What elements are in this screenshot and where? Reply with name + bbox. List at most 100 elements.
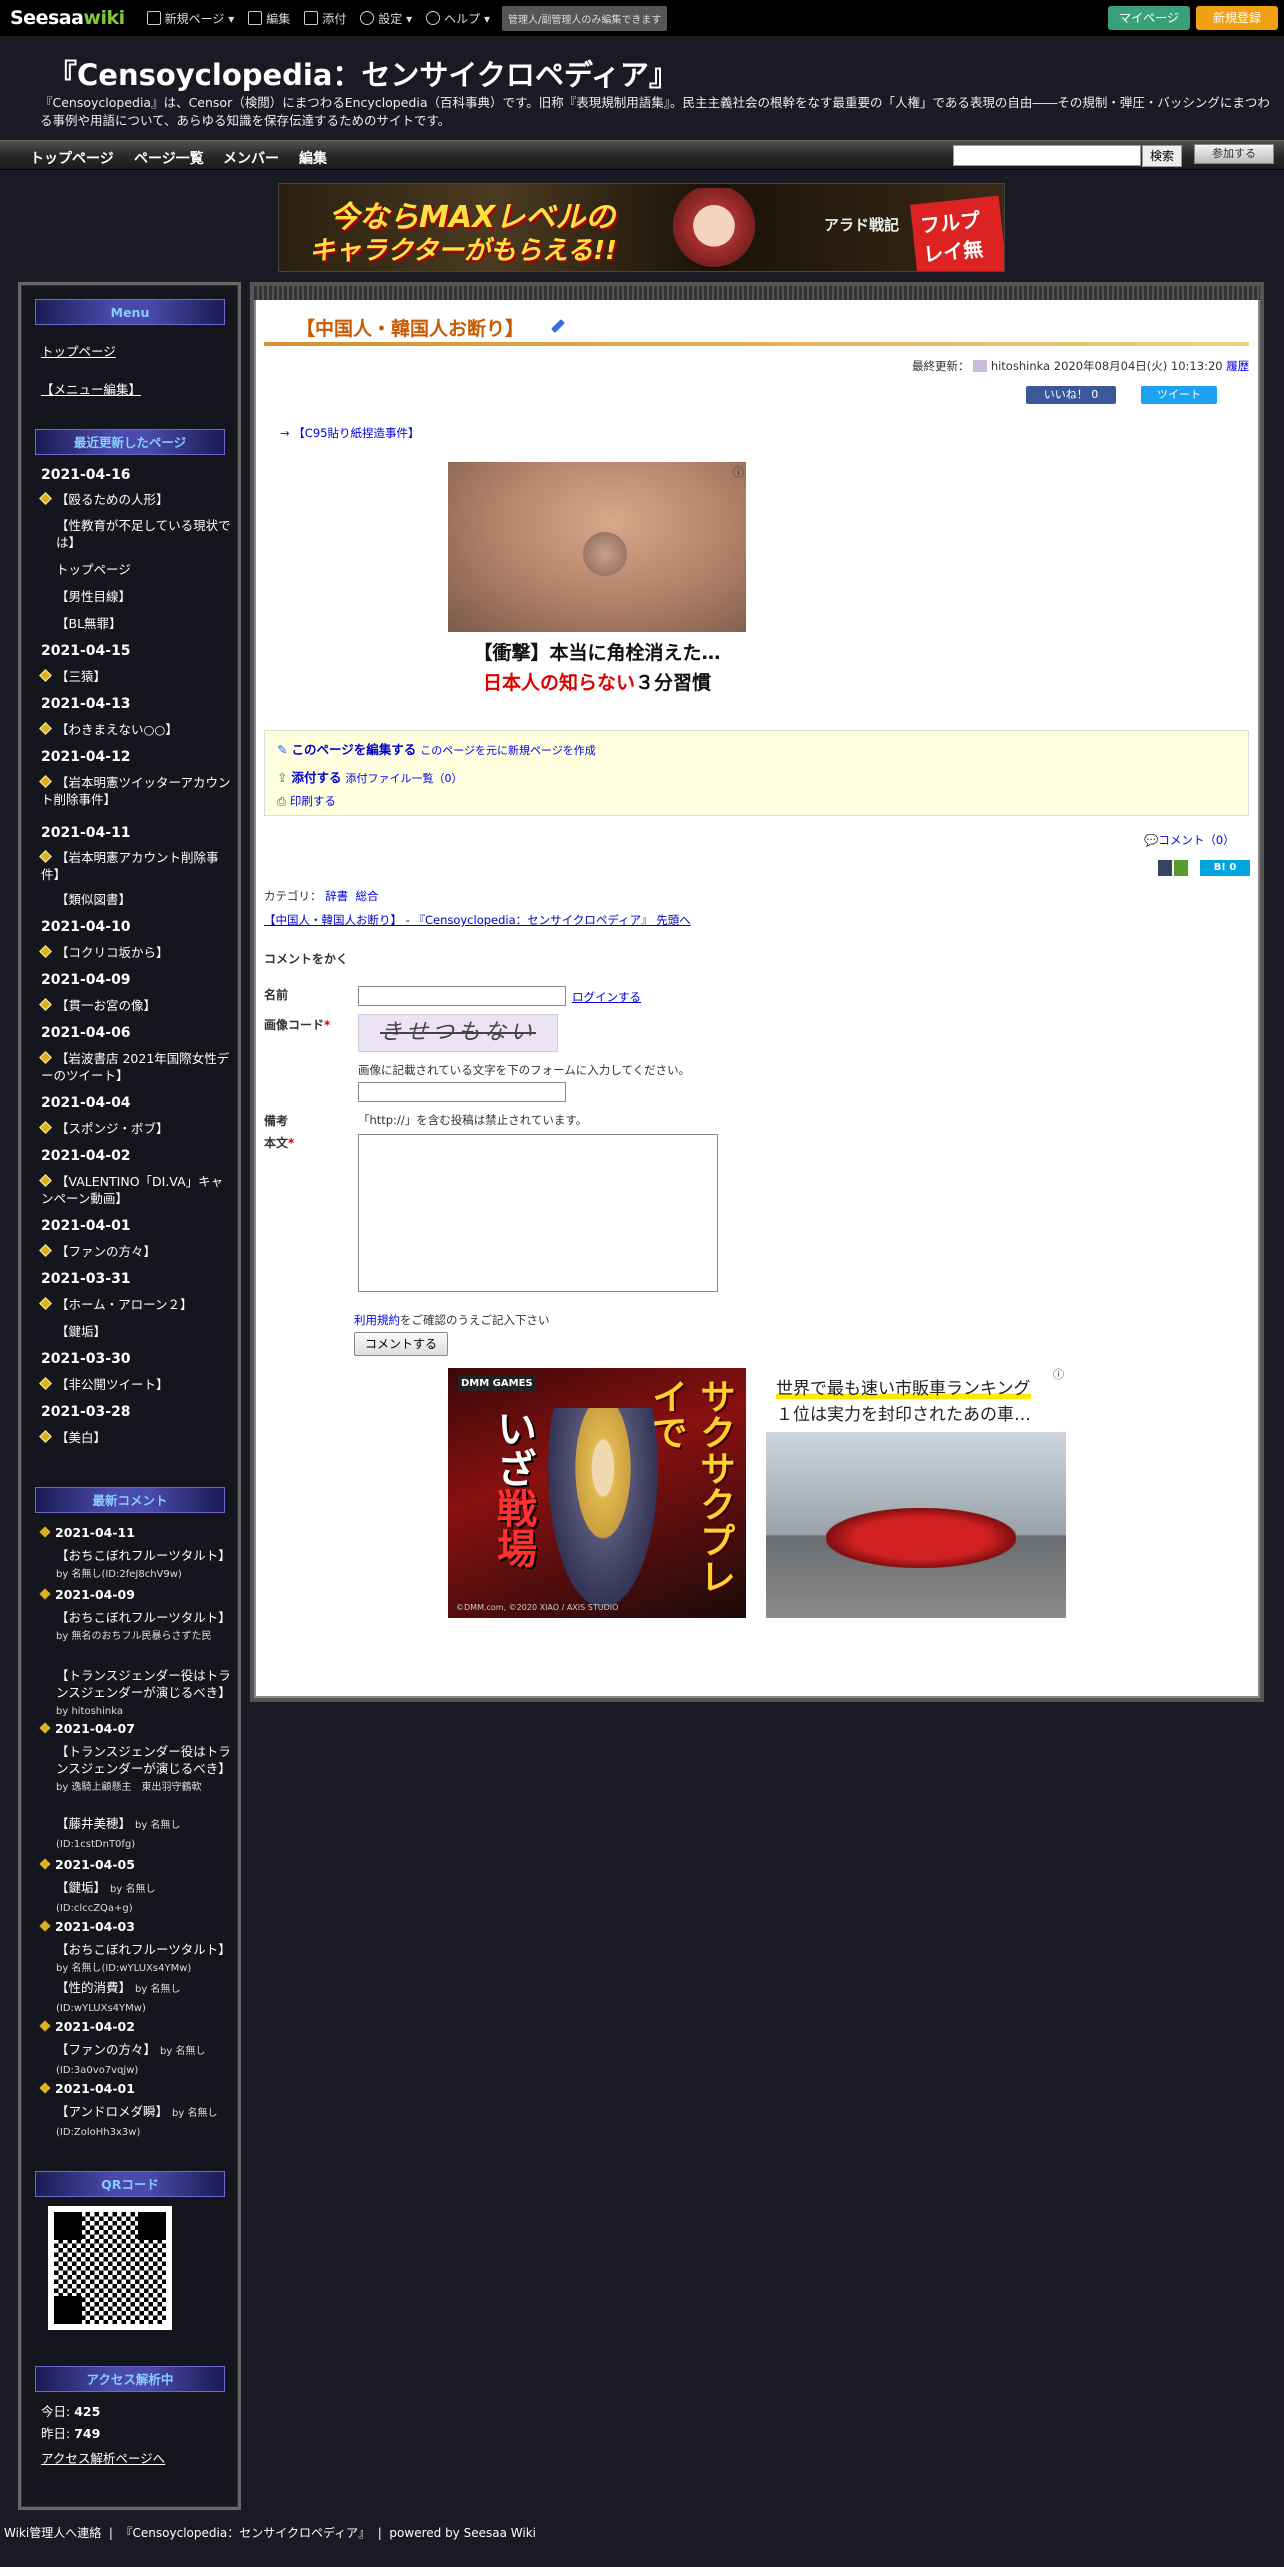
title-underline: [264, 342, 1249, 346]
history-link[interactable]: 履歴: [1226, 359, 1249, 373]
ad-info-icon[interactable]: ⓘ: [1053, 1366, 1064, 1382]
comment-date: 2021-04-05: [39, 1857, 135, 1872]
gear-icon: [360, 11, 375, 25]
comment-item[interactable]: 【鍵垢】 by 名無し(ID:clccZQa+g): [41, 1879, 231, 1917]
game-banner-ad[interactable]: 今ならMAXレベルの キャラクターがもらえる!! アラド戦記 フルプレイ無料!: [278, 183, 1005, 272]
register-button[interactable]: 新規登録: [1196, 6, 1278, 30]
recent-item[interactable]: 【殴るための人形】: [39, 491, 231, 508]
recent-item[interactable]: 【わきまえない○○】: [39, 721, 231, 738]
seesaa-wiki-link[interactable]: Seesaa Wiki: [464, 2526, 536, 2540]
print-link[interactable]: 印刷する: [290, 794, 336, 808]
nav-top-page[interactable]: トップページ: [30, 148, 114, 168]
comment-date: 2021-04-02: [39, 2019, 135, 2034]
captcha-image: きせつもない: [358, 1014, 558, 1052]
recent-item[interactable]: 【ファンの方々】: [39, 1243, 231, 1260]
pencil-icon[interactable]: [551, 319, 565, 333]
recent-item[interactable]: 【VALENTINO「DI.VA」キャンペーン動画】: [39, 1173, 231, 1207]
edit-icon: [248, 11, 263, 25]
category-dictionary[interactable]: 辞書: [325, 889, 348, 903]
recent-item[interactable]: 【男性目線】: [41, 588, 231, 605]
join-button[interactable]: 参加する: [1194, 144, 1274, 164]
hatena-bookmark-button[interactable]: B! 0: [1200, 860, 1250, 876]
game-ad[interactable]: DMM GAMES サクサクプレイで いざ戦場 ©DMM.com, ©2020 …: [448, 1368, 746, 1618]
edit-menu[interactable]: 編集: [248, 10, 290, 27]
page-title: 【中国人・韓国人お断り】: [296, 318, 525, 340]
skincare-ad[interactable]: 【衝撃】本当に角栓消えた… 日本人の知らない３分習慣 ⓘ: [448, 462, 746, 712]
name-input[interactable]: [358, 986, 566, 1006]
recent-item[interactable]: 【三猿】: [39, 668, 231, 685]
comment-item[interactable]: 【おちこぼれフルーツタルト】 by 名無し(ID:2feJ8chV9w): [41, 1547, 231, 1583]
comment-item[interactable]: 【藤井美穂】 by 名無し(ID:1cstDnT0fg): [41, 1815, 231, 1853]
recent-item[interactable]: 【岩本明憲アカウント削除事件】: [39, 849, 231, 883]
qr-code-image: [48, 2206, 172, 2330]
search-button[interactable]: 検索: [1142, 145, 1182, 167]
recent-item[interactable]: 【鍵垢】: [41, 1323, 231, 1340]
attach-link[interactable]: 添付する: [291, 770, 341, 785]
mypage-button[interactable]: マイページ: [1108, 6, 1190, 30]
captcha-input[interactable]: [358, 1082, 566, 1102]
new-page-icon: [146, 11, 161, 25]
nav-edit[interactable]: 編集: [299, 148, 327, 168]
new-page-menu[interactable]: 新規ページ ▾: [146, 10, 234, 27]
comment-item[interactable]: 【トランスジェンダー役はトランスジェンダーが演じるべき】 by 逸騎上顧懸主 東…: [41, 1743, 231, 1796]
ad-info-icon[interactable]: ⓘ: [733, 464, 744, 480]
search-input[interactable]: [953, 145, 1141, 166]
comment-item[interactable]: 【おちこぼれフルーツタルト】 by 無名のおちフル民暴らさずた民: [41, 1609, 231, 1645]
site-title[interactable]: 『Censoyclopedia：センサイクロペディア』: [48, 52, 678, 94]
submit-comment-button[interactable]: コメントする: [354, 1332, 448, 1356]
recent-item[interactable]: 【非公開ツイート】: [39, 1376, 231, 1393]
comment-item[interactable]: 【トランスジェンダー役はトランスジェンダーが演じるべき】 by hitoshin…: [41, 1667, 231, 1720]
qr-heading: QRコード: [35, 2171, 225, 2197]
sidebar-top-page-link[interactable]: トップページ: [41, 341, 116, 360]
login-link[interactable]: ログインする: [572, 989, 641, 1005]
attach-list-link[interactable]: 添付ファイル一覧（0）: [345, 772, 462, 785]
seesaa-wiki-logo[interactable]: Seesaawiki: [10, 7, 125, 29]
sidebar: Menu トップページ 【メニュー編集】 最近更新したページ 2021-04-1…: [18, 282, 241, 2510]
recent-item[interactable]: トップページ: [41, 561, 231, 578]
comment-item[interactable]: 【アンドロメダ瞬】 by 名無し(ID:ZoloHh3x3w): [41, 2103, 231, 2141]
nav-members[interactable]: メンバー: [223, 148, 279, 168]
contact-admin-link[interactable]: Wiki管理人へ連絡: [4, 2526, 101, 2540]
recent-item[interactable]: 【貫一お宮の像】: [39, 997, 231, 1014]
recent-item[interactable]: 【スポンジ・ボブ】: [39, 1120, 231, 1137]
access-analysis-link[interactable]: アクセス解析ページへ: [41, 2448, 165, 2467]
settings-menu[interactable]: 設定 ▾: [360, 10, 412, 27]
comment-date: 2021-04-11: [39, 1525, 135, 1540]
recent-item[interactable]: 【岩波書店 2021年国際女性デーのツイート】: [39, 1050, 231, 1084]
edit-page-link[interactable]: このページを編集する: [291, 742, 416, 757]
category-general[interactable]: 総合: [355, 889, 378, 903]
nav-page-list[interactable]: ページ一覧: [134, 148, 204, 168]
footer-site-link[interactable]: 『Censoyclopedia：センサイクロペディア』: [121, 2526, 371, 2540]
comment-item[interactable]: 【おちこぼれフルーツタルト】 by 名無し(ID:wYLUXs4YMw): [41, 1941, 231, 1977]
top-menu: 新規ページ ▾ 編集 添付 設定 ▾ ヘルプ ▾: [146, 10, 490, 27]
pencil-icon: ✎: [277, 742, 288, 757]
recent-item[interactable]: 【美白】: [39, 1429, 231, 1446]
comment-body-textarea[interactable]: [358, 1134, 718, 1292]
comment-item[interactable]: 【性的消費】 by 名無し(ID:wYLUXs4YMw): [41, 1979, 231, 2017]
recent-item[interactable]: 【性教育が不足している現状では】: [41, 517, 231, 551]
comment-count[interactable]: 💬コメント（0）: [1144, 832, 1235, 848]
ad-headline: 【衝撃】本当に角栓消えた…: [473, 642, 721, 664]
recent-date: 2021-04-06: [41, 1025, 131, 1041]
sidebar-menu-edit-link[interactable]: 【メニュー編集】: [41, 379, 141, 398]
facebook-like-button[interactable]: いいね！ 0: [1026, 386, 1116, 404]
comment-date: 2021-04-07: [39, 1721, 135, 1736]
new-page-based-link[interactable]: このページを元に新規ページを作成: [420, 744, 596, 757]
recent-item[interactable]: 【BL無罪】: [41, 615, 231, 632]
related-link[interactable]: → 【C95貼り紙捏造事件】: [280, 425, 419, 441]
help-menu[interactable]: ヘルプ ▾: [426, 10, 490, 27]
recent-item[interactable]: 【コクリコ坂から】: [39, 944, 231, 961]
attach-menu[interactable]: 添付: [304, 10, 346, 27]
breadcrumb-link[interactable]: 【中国人・韓国人お断り】 - 『Censoyclopedia：センサイクロペディ…: [264, 912, 691, 928]
recent-item[interactable]: 【ホーム・アローン２】: [39, 1296, 231, 1313]
evernote-icon[interactable]: [1174, 860, 1188, 876]
recent-item[interactable]: 【類似図書】: [41, 891, 231, 908]
tweet-button[interactable]: ツイート: [1141, 386, 1217, 404]
recent-item[interactable]: 【岩本明憲ツイッターアカウント削除事件】: [39, 774, 231, 808]
comment-item[interactable]: 【ファンの方々】 by 名無し(ID:3a0vo7vqjw): [41, 2041, 231, 2079]
car-ad[interactable]: 世界で最も速い市販車ランキング １位は実力を封印されたあの車… ⓘ: [766, 1368, 1066, 1618]
edit-actions-box: ✎ このページを編集する このページを元に新規ページを作成 ⇪ 添付する 添付フ…: [264, 730, 1249, 816]
terms-link[interactable]: 利用規約: [354, 1313, 400, 1327]
recent-date: 2021-04-11: [41, 825, 131, 841]
tumblr-icon[interactable]: [1158, 860, 1172, 876]
